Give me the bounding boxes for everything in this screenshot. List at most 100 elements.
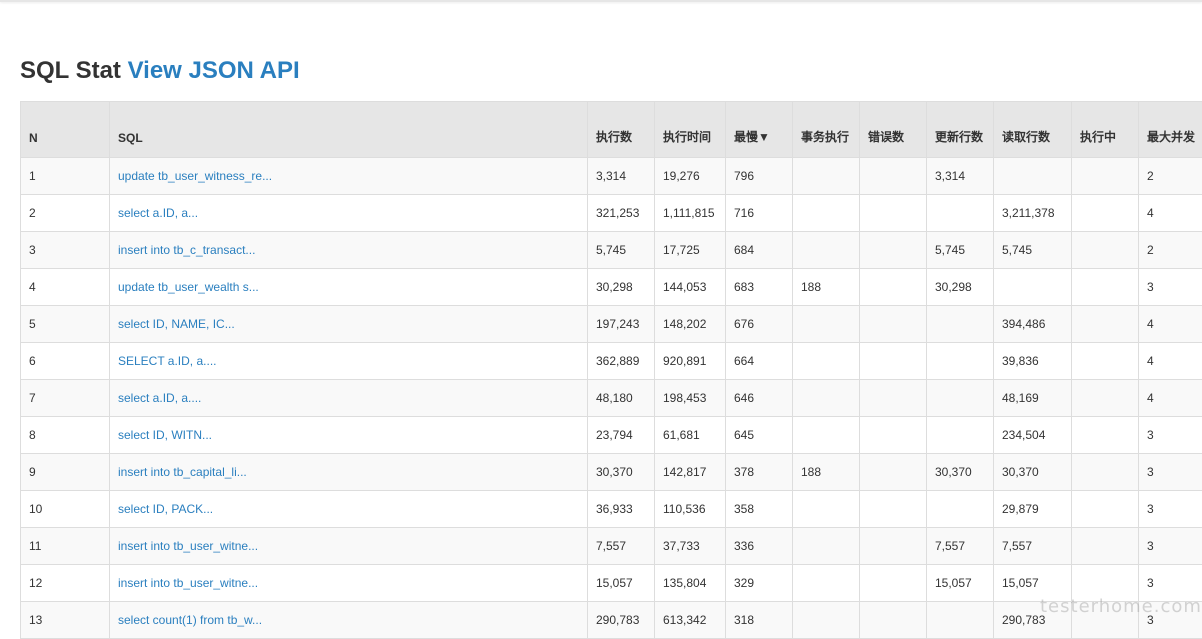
- cell-exec-time: 198,453: [655, 380, 726, 417]
- cell-slowest: 646: [726, 380, 793, 417]
- cell-running: [1072, 343, 1139, 380]
- column-header-max-concurrent[interactable]: 最大并发: [1139, 102, 1202, 158]
- cell-sql: select ID, NAME, IC...: [110, 306, 588, 343]
- cell-slowest: 676: [726, 306, 793, 343]
- cell-slowest: 358: [726, 491, 793, 528]
- cell-update-rows: 7,557: [927, 528, 994, 565]
- cell-exec-count: 362,889: [588, 343, 655, 380]
- cell-slowest: 716: [726, 195, 793, 232]
- column-header-errors[interactable]: 错误数: [860, 102, 927, 158]
- cell-n: 12: [21, 565, 110, 602]
- cell-fetch-rows: 5,745: [994, 232, 1072, 269]
- sql-link[interactable]: select a.ID, a...: [118, 206, 198, 220]
- column-header-slowest[interactable]: 最慢▼: [726, 102, 793, 158]
- sql-link[interactable]: insert into tb_c_transact...: [118, 243, 255, 257]
- cell-txn-exec: [793, 380, 860, 417]
- table-row: 8select ID, WITN...23,79461,681645234,50…: [21, 417, 1202, 454]
- cell-errors: [860, 528, 927, 565]
- sql-link[interactable]: SELECT a.ID, a....: [118, 354, 216, 368]
- cell-exec-count: 23,794: [588, 417, 655, 454]
- sql-link[interactable]: update tb_user_wealth s...: [118, 280, 259, 294]
- cell-exec-count: 7,557: [588, 528, 655, 565]
- cell-running: [1072, 195, 1139, 232]
- cell-txn-exec: [793, 417, 860, 454]
- table-row: 5select ID, NAME, IC...197,243148,202676…: [21, 306, 1202, 343]
- cell-sql: select ID, PACK...: [110, 491, 588, 528]
- cell-n: 8: [21, 417, 110, 454]
- cell-running: [1072, 491, 1139, 528]
- cell-exec-count: 5,745: [588, 232, 655, 269]
- sql-link[interactable]: select ID, NAME, IC...: [118, 317, 235, 331]
- cell-max-concurrent: 3: [1139, 417, 1202, 454]
- column-header-exec-count[interactable]: 执行数: [588, 102, 655, 158]
- cell-txn-exec: [793, 343, 860, 380]
- table-row: 13select count(1) from tb_w...290,783613…: [21, 602, 1202, 639]
- sql-link[interactable]: insert into tb_capital_li...: [118, 465, 247, 479]
- cell-slowest: 683: [726, 269, 793, 306]
- cell-max-concurrent: 4: [1139, 195, 1202, 232]
- sql-link[interactable]: select count(1) from tb_w...: [118, 613, 262, 627]
- cell-errors: [860, 269, 927, 306]
- table-row: 6SELECT a.ID, a....362,889920,89166439,8…: [21, 343, 1202, 380]
- cell-txn-exec: 188: [793, 269, 860, 306]
- cell-txn-exec: [793, 491, 860, 528]
- sql-link[interactable]: update tb_user_witness_re...: [118, 169, 272, 183]
- cell-max-concurrent: 3: [1139, 602, 1202, 639]
- cell-slowest: 664: [726, 343, 793, 380]
- column-header-update-rows[interactable]: 更新行数: [927, 102, 994, 158]
- sql-link[interactable]: insert into tb_user_witne...: [118, 576, 258, 590]
- cell-sql: insert into tb_c_transact...: [110, 232, 588, 269]
- cell-exec-count: 3,314: [588, 158, 655, 195]
- sql-link[interactable]: insert into tb_user_witne...: [118, 539, 258, 553]
- cell-running: [1072, 158, 1139, 195]
- cell-errors: [860, 491, 927, 528]
- column-header-txn-exec[interactable]: 事务执行: [793, 102, 860, 158]
- cell-slowest: 645: [726, 417, 793, 454]
- cell-exec-count: 30,370: [588, 454, 655, 491]
- cell-update-rows: [927, 343, 994, 380]
- cell-fetch-rows: 48,169: [994, 380, 1072, 417]
- cell-errors: [860, 454, 927, 491]
- cell-fetch-rows: 7,557: [994, 528, 1072, 565]
- cell-n: 1: [21, 158, 110, 195]
- cell-exec-count: 48,180: [588, 380, 655, 417]
- sql-link[interactable]: select ID, WITN...: [118, 428, 212, 442]
- cell-txn-exec: [793, 306, 860, 343]
- cell-sql: insert into tb_user_witne...: [110, 528, 588, 565]
- cell-update-rows: [927, 602, 994, 639]
- cell-exec-time: 142,817: [655, 454, 726, 491]
- table-row: 3insert into tb_c_transact...5,74517,725…: [21, 232, 1202, 269]
- cell-n: 6: [21, 343, 110, 380]
- cell-txn-exec: [793, 195, 860, 232]
- cell-exec-count: 197,243: [588, 306, 655, 343]
- cell-sql: select a.ID, a...: [110, 195, 588, 232]
- cell-fetch-rows: 290,783: [994, 602, 1072, 639]
- sql-link[interactable]: select a.ID, a....: [118, 391, 201, 405]
- cell-running: [1072, 417, 1139, 454]
- table-row: 12insert into tb_user_witne...15,057135,…: [21, 565, 1202, 602]
- cell-exec-time: 144,053: [655, 269, 726, 306]
- cell-errors: [860, 380, 927, 417]
- cell-n: 4: [21, 269, 110, 306]
- cell-update-rows: [927, 380, 994, 417]
- cell-fetch-rows: 15,057: [994, 565, 1072, 602]
- cell-slowest: 684: [726, 232, 793, 269]
- sql-stat-table-container: NSQL执行数执行时间最慢▼事务执行错误数更新行数读取行数执行中最大并发 1up…: [20, 101, 1202, 639]
- column-header-exec-time[interactable]: 执行时间: [655, 102, 726, 158]
- cell-n: 3: [21, 232, 110, 269]
- cell-exec-count: 290,783: [588, 602, 655, 639]
- cell-txn-exec: [793, 602, 860, 639]
- column-header-running[interactable]: 执行中: [1072, 102, 1139, 158]
- sql-link[interactable]: select ID, PACK...: [118, 502, 213, 516]
- column-header-fetch-rows[interactable]: 读取行数: [994, 102, 1072, 158]
- cell-max-concurrent: 3: [1139, 491, 1202, 528]
- view-json-api-link[interactable]: View JSON API: [128, 57, 300, 84]
- cell-update-rows: 15,057: [927, 565, 994, 602]
- cell-update-rows: 30,298: [927, 269, 994, 306]
- cell-sql: select ID, WITN...: [110, 417, 588, 454]
- cell-errors: [860, 565, 927, 602]
- table-row: 7select a.ID, a....48,180198,45364648,16…: [21, 380, 1202, 417]
- cell-sql: SELECT a.ID, a....: [110, 343, 588, 380]
- cell-sql: update tb_user_witness_re...: [110, 158, 588, 195]
- cell-slowest: 318: [726, 602, 793, 639]
